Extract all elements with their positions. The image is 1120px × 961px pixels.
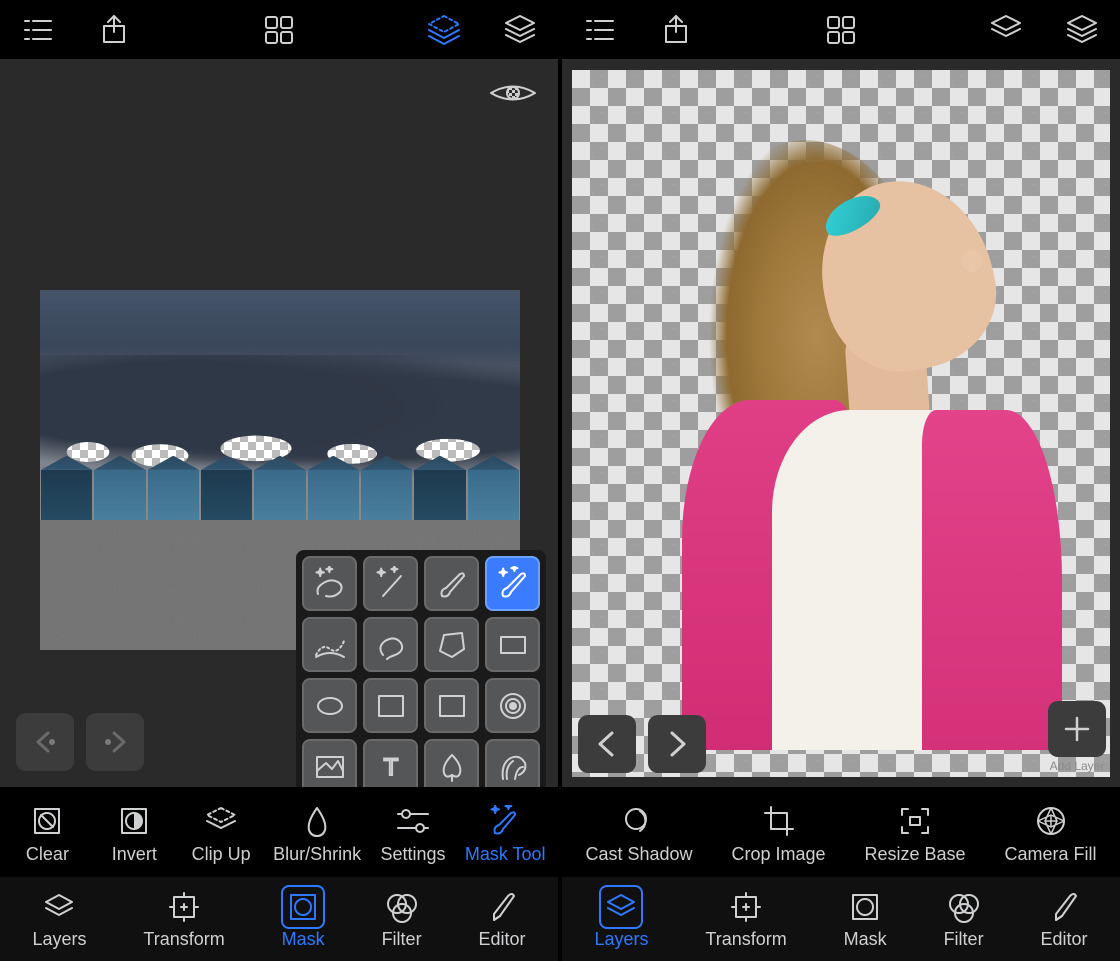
- tab-filter[interactable]: Filter: [372, 883, 432, 956]
- action-settings[interactable]: Settings: [378, 804, 448, 865]
- action-camera-fill[interactable]: Camera Fill: [1005, 804, 1097, 865]
- grid-icon[interactable]: [821, 10, 861, 50]
- tab-mask[interactable]: Mask: [272, 883, 335, 956]
- list-icon[interactable]: [18, 10, 58, 50]
- tool-gradient-horizontal[interactable]: [424, 678, 479, 733]
- tool-rectangle[interactable]: [485, 617, 540, 672]
- tool-text[interactable]: T: [363, 739, 418, 787]
- mask-layers-icon[interactable]: [424, 10, 464, 50]
- mask-action-bar: Clear Invert Clip Up Blur/Shrink Setting…: [0, 787, 558, 877]
- svg-text:✦: ✦: [499, 568, 507, 579]
- svg-text:✦: ✦: [377, 568, 385, 579]
- tool-shape-spade[interactable]: [424, 739, 479, 787]
- add-layer-label: Add Layer: [1050, 759, 1105, 773]
- tool-radial[interactable]: [485, 678, 540, 733]
- tool-polygon[interactable]: [424, 617, 479, 672]
- svg-text:✦: ✦: [391, 566, 398, 574]
- share-icon[interactable]: [656, 10, 696, 50]
- action-crop-image[interactable]: Crop Image: [731, 804, 825, 865]
- tab-editor[interactable]: Editor: [1030, 883, 1097, 956]
- layers-stack-icon[interactable]: [500, 10, 540, 50]
- tool-gradient-vertical[interactable]: [363, 678, 418, 733]
- tab-mask[interactable]: Mask: [834, 883, 897, 956]
- bottom-tabbar: Layers Transform Mask Filter Editor: [562, 877, 1120, 961]
- tab-layers[interactable]: Layers: [22, 883, 96, 956]
- tab-editor[interactable]: Editor: [468, 883, 535, 956]
- list-icon[interactable]: [580, 10, 620, 50]
- tool-hair[interactable]: [485, 739, 540, 787]
- grid-icon[interactable]: [259, 10, 299, 50]
- topbar: [0, 0, 558, 60]
- action-blur-shrink[interactable]: Blur/Shrink: [273, 804, 361, 865]
- canvas-area[interactable]: Add Layer: [562, 60, 1120, 787]
- tool-fill-gradient[interactable]: [302, 617, 357, 672]
- action-mask-tool[interactable]: ✦✦Mask Tool: [465, 804, 546, 865]
- action-clipup[interactable]: Clip Up: [186, 804, 256, 865]
- tab-layers[interactable]: Layers: [584, 883, 658, 956]
- layers-outline-icon[interactable]: [986, 10, 1026, 50]
- tool-magic-lasso[interactable]: ✦✦: [302, 556, 357, 611]
- svg-text:✦: ✦: [505, 805, 512, 811]
- prev-layer-button[interactable]: [16, 713, 74, 771]
- tool-brush[interactable]: [424, 556, 479, 611]
- svg-text:✦: ✦: [511, 566, 518, 573]
- visibility-toggle-icon[interactable]: [488, 78, 538, 108]
- subject-cutout: [592, 100, 1120, 787]
- bottom-tabbar: Layers Transform Mask Filter Editor: [0, 877, 558, 961]
- action-resize-base[interactable]: Resize Base: [864, 804, 965, 865]
- action-invert[interactable]: Invert: [99, 804, 169, 865]
- tool-magic-brush[interactable]: ✦✦: [485, 556, 540, 611]
- layers-stack-icon[interactable]: [1062, 10, 1102, 50]
- tab-filter[interactable]: Filter: [934, 883, 994, 956]
- layers-action-bar: Cast Shadow Crop Image Resize Base Camer…: [562, 787, 1120, 877]
- add-layer-button[interactable]: Add Layer: [1048, 701, 1106, 773]
- tool-threshold-image[interactable]: [302, 739, 357, 787]
- canvas-area[interactable]: ✦✦ ✦✦ ✦✦ T: [0, 60, 558, 787]
- svg-text:✦: ✦: [316, 568, 324, 579]
- svg-text:T: T: [383, 754, 398, 781]
- prev-layer-button[interactable]: [578, 715, 636, 773]
- svg-text:✦: ✦: [326, 566, 333, 574]
- action-clear[interactable]: Clear: [12, 804, 82, 865]
- tool-lasso[interactable]: [363, 617, 418, 672]
- tab-transform[interactable]: Transform: [133, 883, 234, 956]
- svg-text:✦: ✦: [491, 805, 499, 816]
- mask-tool-palette: ✦✦ ✦✦ ✦✦ T: [296, 550, 546, 787]
- tab-transform[interactable]: Transform: [695, 883, 796, 956]
- share-icon[interactable]: [94, 10, 134, 50]
- action-cast-shadow[interactable]: Cast Shadow: [585, 804, 692, 865]
- tool-ellipse[interactable]: [302, 678, 357, 733]
- next-layer-button[interactable]: [86, 713, 144, 771]
- tool-magic-wand[interactable]: ✦✦: [363, 556, 418, 611]
- topbar: [562, 0, 1120, 60]
- next-layer-button[interactable]: [648, 715, 706, 773]
